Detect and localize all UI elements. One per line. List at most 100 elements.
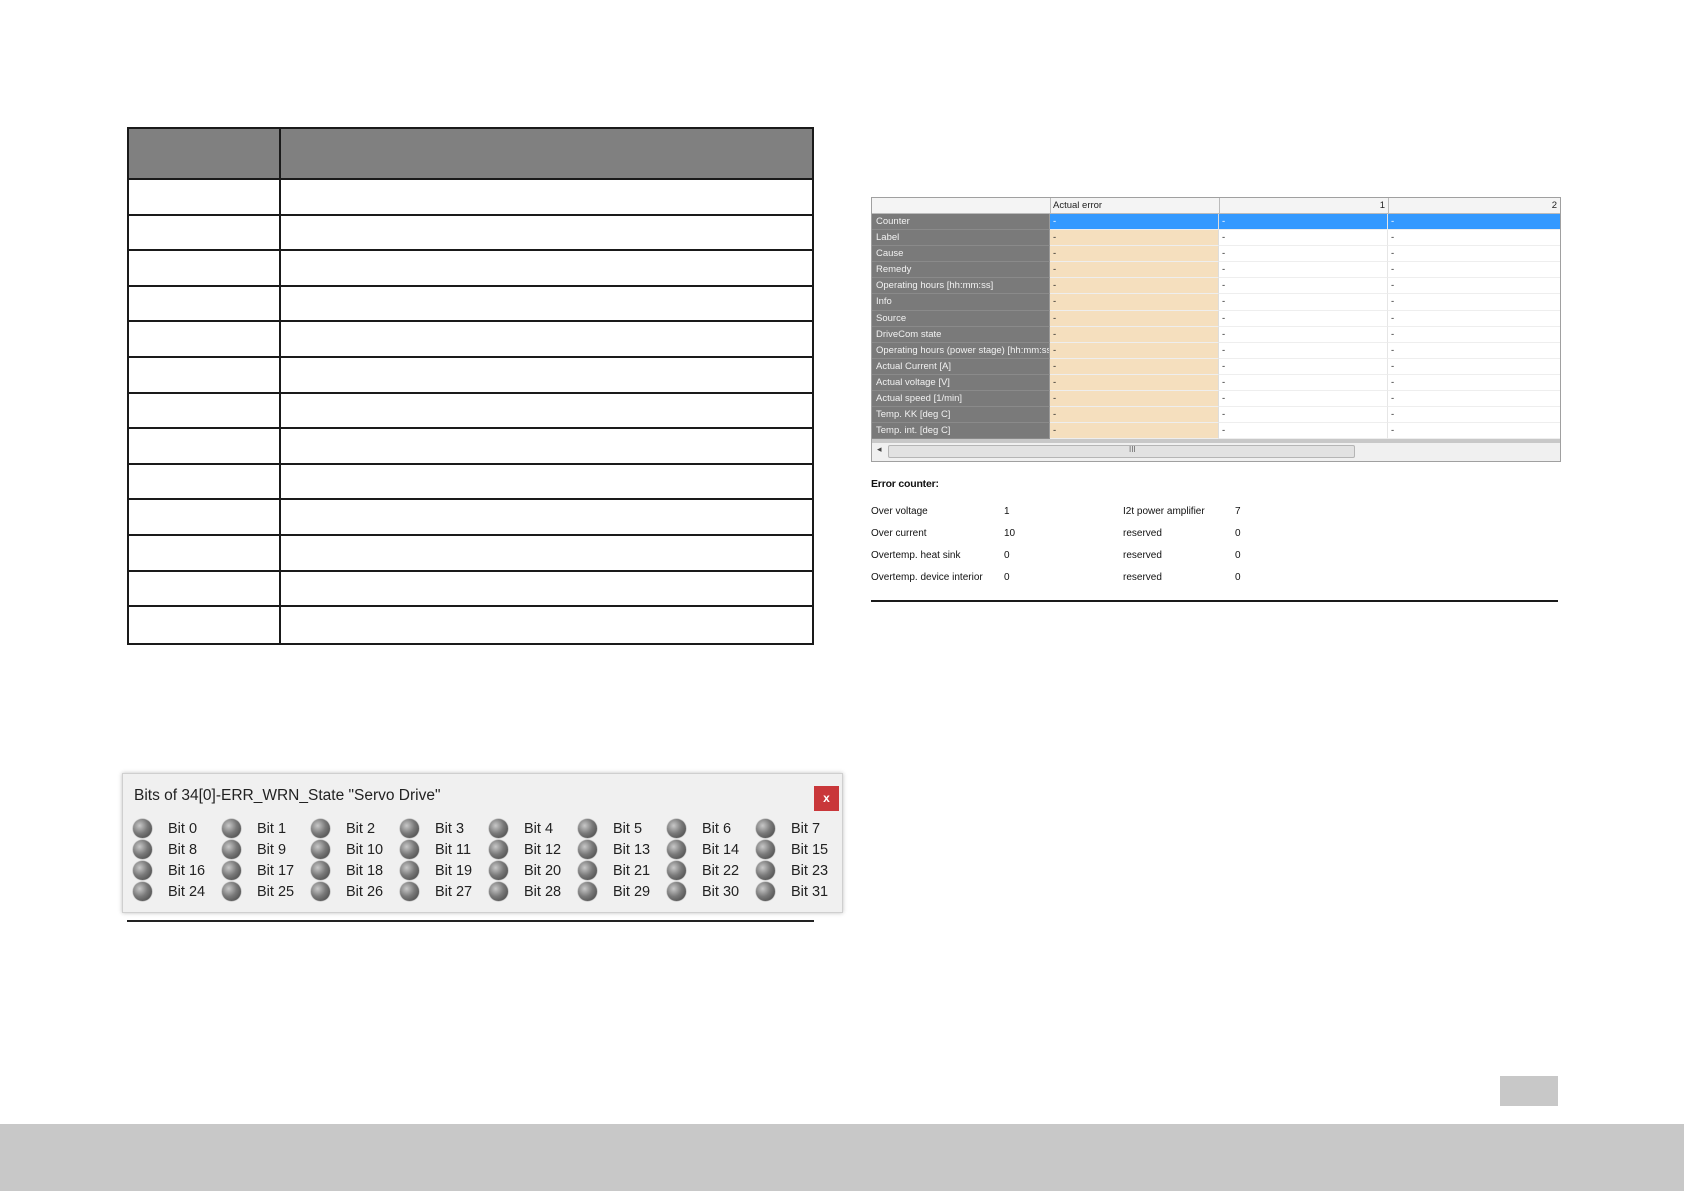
grid-row[interactable]: Actual Current [A] - - - [872,358,1560,375]
bit-indicator: Bit 6 [667,818,756,839]
grid-cell[interactable]: - [1388,246,1560,263]
grid-cell[interactable]: - [1388,343,1560,359]
grid-cell[interactable]: - [1050,230,1219,247]
grid-cell[interactable]: - [1050,246,1219,263]
grid-cell[interactable]: - [1050,294,1219,311]
row-label[interactable]: Operating hours [hh:mm:ss] [872,278,1050,295]
grid-cell[interactable]: - [1388,327,1560,343]
grid-cell[interactable]: - [1219,342,1388,359]
grid-cell[interactable]: - [1050,391,1219,408]
led-icon [311,861,330,880]
grid-cell[interactable]: - [1388,278,1560,295]
bit-label: Bit 14 [702,841,740,858]
row-label[interactable]: Source [872,310,1050,327]
parameter-table [127,127,814,645]
grid-cell[interactable]: - [1388,214,1560,231]
column-header-1[interactable]: 1 [1220,198,1389,213]
grid-cell[interactable]: - [1050,358,1219,375]
grid-cell[interactable]: - [1219,407,1388,424]
grid-cell[interactable]: - [1219,230,1388,247]
grid-row[interactable]: Label - - - [872,230,1560,247]
row-label[interactable]: Actual speed [1/min] [872,391,1050,408]
bit-label: Bit 3 [435,820,465,837]
bit-label: Bit 4 [524,820,554,837]
grid-cell[interactable]: - [1219,326,1388,343]
row-label[interactable]: Remedy [872,262,1050,279]
grid-row[interactable]: Actual speed [1/min] - - - [872,391,1560,408]
bit-label: Bit 11 [435,841,472,858]
grid-cell[interactable]: - [1388,375,1560,392]
bit-indicator: Bit 12 [489,839,578,860]
row-label[interactable]: Operating hours (power stage) [hh:mm:ss] [872,342,1050,359]
row-label[interactable]: Actual voltage [V] [872,374,1050,392]
row-label[interactable]: DriveCom state [872,326,1050,343]
grid-cell[interactable]: - [1050,407,1219,424]
grid-cell[interactable]: - [1050,374,1219,392]
grid-cell[interactable]: - [1219,278,1388,295]
grid-cell[interactable]: - [1388,294,1560,311]
grid-cell[interactable]: - [1388,407,1560,424]
bit-label: Bit 10 [346,841,384,858]
grid-cell[interactable]: - [1388,391,1560,408]
grid-cell[interactable]: - [1219,358,1388,375]
grid-row[interactable]: Operating hours [hh:mm:ss] - - - [872,278,1560,295]
led-icon [400,819,419,838]
led-icon [756,819,775,838]
grid-row[interactable]: Remedy - - - [872,262,1560,279]
grid-row[interactable]: DriveCom state - - - [872,326,1560,343]
grid-cell[interactable]: - [1219,310,1388,327]
scrollbar-thumb[interactable]: III [888,445,1355,458]
grid-cell[interactable]: - [1219,391,1388,408]
row-label[interactable]: Label [872,230,1050,247]
led-icon [667,882,686,901]
grip-icon: III [1129,445,1136,454]
grid-cell[interactable]: - [1050,262,1219,279]
row-label[interactable]: Cause [872,246,1050,263]
column-header-2[interactable]: 2 [1389,198,1560,213]
grid-cell[interactable]: - [1219,262,1388,279]
grid-corner [872,198,1051,213]
grid-cell[interactable]: - [1388,423,1560,440]
grid-cell[interactable]: - [1050,326,1219,343]
grid-cell[interactable]: - [1050,278,1219,295]
grid-row[interactable]: Temp. int. [deg C] - - - [872,423,1560,440]
column-header-actual-error[interactable]: Actual error [1051,198,1220,213]
scroll-left-icon[interactable]: ◂ [877,444,882,455]
row-label[interactable]: Actual Current [A] [872,358,1050,375]
bit-label: Bit 13 [613,841,651,858]
grid-row[interactable]: Temp. KK [deg C] - - - [872,407,1560,424]
grid-cell[interactable]: - [1219,423,1388,440]
grid-cell[interactable]: - [1050,342,1219,359]
close-button[interactable]: x [814,786,839,811]
row-label[interactable]: Counter [872,214,1050,231]
grid-cell[interactable]: - [1050,310,1219,327]
grid-row[interactable]: Source - - - [872,310,1560,327]
grid-cell[interactable]: - [1050,423,1219,440]
horizontal-scrollbar[interactable]: ◂ III [872,439,1560,461]
grid-cell[interactable]: - [1219,214,1388,231]
grid-cell[interactable]: - [1219,374,1388,392]
grid-cell[interactable]: - [1050,214,1219,231]
grid-row[interactable]: Actual voltage [V] - - - [872,374,1560,392]
grid-cell[interactable]: - [1388,262,1560,279]
grid-cell[interactable]: - [1388,311,1560,327]
led-icon [133,861,152,880]
grid-cell[interactable]: - [1219,246,1388,263]
row-label[interactable]: Temp. int. [deg C] [872,423,1050,440]
grid-row[interactable]: Counter - - - [872,214,1560,231]
led-icon [222,819,241,838]
grid-cell[interactable]: - [1219,294,1388,311]
grid-row[interactable]: Info - - - [872,294,1560,311]
grid-row[interactable]: Cause - - - [872,246,1560,263]
led-icon [400,840,419,859]
row-label[interactable]: Temp. KK [deg C] [872,407,1050,424]
bit-indicator: Bit 28 [489,881,578,902]
grid-row[interactable]: Operating hours (power stage) [hh:mm:ss]… [872,342,1560,359]
error-counter-panel: Error counter: Over voltage 1 Over curre… [871,478,1558,583]
grid-cell[interactable]: - [1388,230,1560,247]
row-label[interactable]: Info [872,294,1050,311]
grid-cell[interactable]: - [1388,359,1560,375]
counter-value: 0 [1235,550,1241,561]
bit-indicator: Bit 15 [756,839,845,860]
counter-label: I2t power amplifier [1123,506,1205,517]
